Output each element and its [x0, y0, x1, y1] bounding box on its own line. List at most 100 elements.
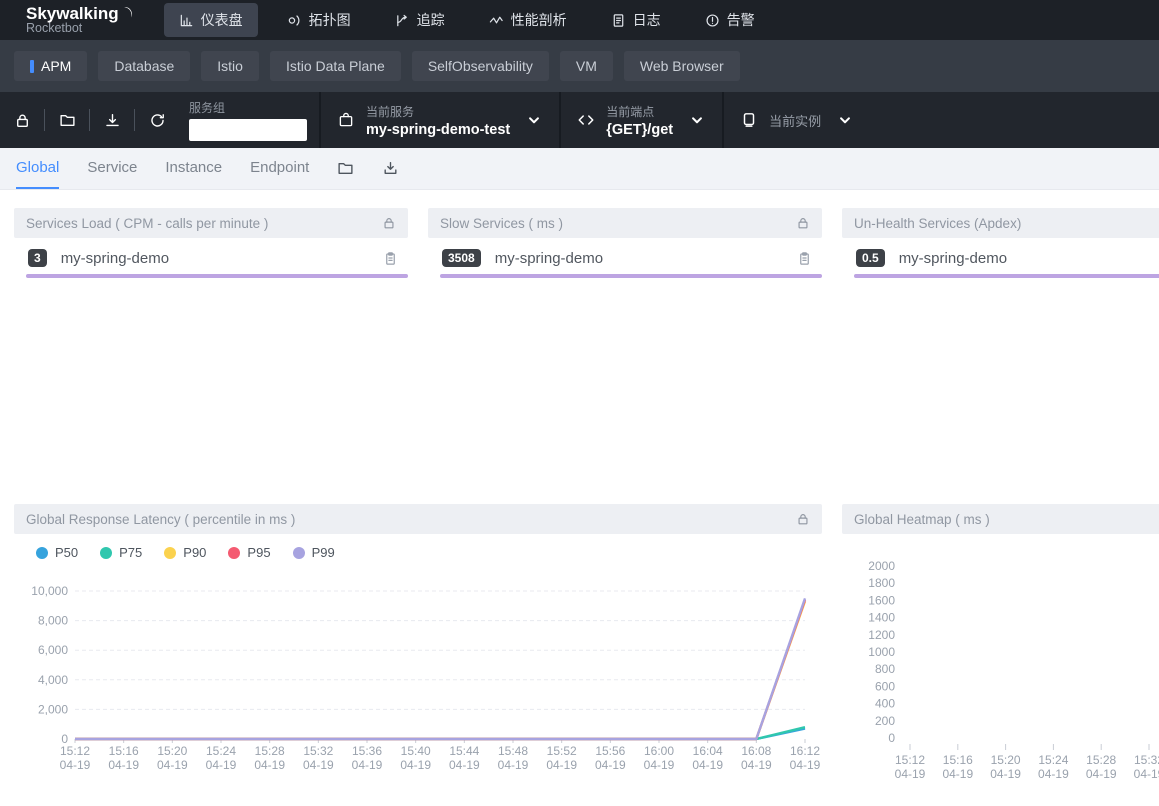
chevron-down-icon: [836, 111, 854, 129]
svg-text:04-19: 04-19: [692, 758, 723, 772]
legend-label: P75: [119, 545, 142, 560]
top-nav: Skywalking Rocketbot 仪表盘 拓扑图 追踪 性能剖析 日志 告警: [0, 0, 1159, 40]
latency-chart: 02,0004,0006,0008,00010,00015:1204-1915:…: [14, 563, 822, 803]
heatmap-chart: 020040060080010001200140016001800200015:…: [842, 534, 1159, 806]
legend-item-p50[interactable]: P50: [36, 545, 78, 560]
code-icon: [577, 111, 595, 129]
nav-item-dashboard[interactable]: 仪表盘: [164, 3, 258, 37]
refresh-button[interactable]: [135, 92, 179, 148]
clipboard-icon: [797, 251, 812, 266]
legend-item-p99[interactable]: P99: [293, 545, 335, 560]
legend-dot: [100, 547, 112, 559]
svg-text:04-19: 04-19: [254, 758, 285, 772]
current-endpoint-select[interactable]: 当前端点 {GET}/get: [561, 92, 722, 148]
nav-item-topology[interactable]: 拓扑图: [272, 3, 366, 37]
metric-card: Un-Health Services (Apdex) 0.5 my-spring…: [842, 208, 1159, 278]
folder-icon: [337, 160, 354, 177]
dashboard-tab-database[interactable]: Database: [98, 51, 190, 81]
svg-text:04-19: 04-19: [1134, 767, 1159, 781]
card-title: Un-Health Services (Apdex): [854, 216, 1021, 231]
legend-dot: [228, 547, 240, 559]
svg-text:04-19: 04-19: [546, 758, 577, 772]
dashboard-tab-vm[interactable]: VM: [560, 51, 613, 81]
svg-text:04-19: 04-19: [790, 758, 821, 772]
copy-button[interactable]: [383, 251, 398, 266]
metric-value-badge: 3: [28, 249, 47, 267]
metric-card: Slow Services ( ms ) 3508 my-spring-demo: [428, 208, 822, 278]
service-row[interactable]: 0.5 my-spring-demo: [842, 238, 1159, 274]
svg-text:15:12: 15:12: [895, 753, 925, 767]
nav-item-label: 追踪: [417, 10, 445, 30]
card-title: Slow Services ( ms ): [440, 216, 563, 231]
tab-global[interactable]: Global: [16, 148, 59, 189]
chevron-down-icon: [688, 111, 706, 129]
folder-button[interactable]: [45, 92, 89, 148]
svg-text:15:16: 15:16: [943, 753, 973, 767]
log-icon: [611, 13, 626, 28]
svg-text:16:08: 16:08: [741, 744, 771, 758]
current-instance-select[interactable]: 当前实例: [724, 92, 870, 148]
download-button[interactable]: [382, 160, 399, 177]
tab-instance[interactable]: Instance: [165, 148, 222, 189]
metric-value-badge: 0.5: [856, 249, 885, 267]
current-endpoint-value: {GET}/get: [606, 122, 673, 138]
current-service-select[interactable]: 当前服务 my-spring-demo-test: [321, 92, 559, 148]
service-group-input[interactable]: [189, 119, 307, 141]
tab-endpoint[interactable]: Endpoint: [250, 148, 309, 189]
svg-text:800: 800: [875, 662, 895, 676]
copy-button[interactable]: [797, 251, 812, 266]
metric-bar: [854, 274, 1159, 278]
legend-item-p75[interactable]: P75: [100, 545, 142, 560]
logo[interactable]: Skywalking Rocketbot: [26, 5, 134, 36]
nav-item-alarm[interactable]: 告警: [690, 3, 770, 37]
folder-button[interactable]: [337, 160, 354, 177]
svg-text:04-19: 04-19: [498, 758, 529, 772]
tab-service[interactable]: Service: [87, 148, 137, 189]
lock-icon: [14, 112, 31, 129]
dashboard-tab-web-browser[interactable]: Web Browser: [624, 51, 740, 81]
legend-dot: [36, 547, 48, 559]
svg-text:15:52: 15:52: [547, 744, 577, 758]
nav-item-profile[interactable]: 性能剖析: [474, 3, 582, 37]
chevron-down-icon: [525, 111, 543, 129]
download-button[interactable]: [90, 92, 134, 148]
service-row[interactable]: 3 my-spring-demo: [14, 238, 408, 274]
svg-text:15:36: 15:36: [352, 744, 382, 758]
service-row[interactable]: 3508 my-spring-demo: [428, 238, 822, 274]
dashboard-tab-istio-data-plane[interactable]: Istio Data Plane: [270, 51, 401, 81]
legend-item-p90[interactable]: P90: [164, 545, 206, 560]
legend-item-p95[interactable]: P95: [228, 545, 270, 560]
svg-text:04-19: 04-19: [206, 758, 237, 772]
heatmap-panel: Global Heatmap ( ms ) 020040060080010001…: [842, 504, 1159, 806]
svg-text:4,000: 4,000: [38, 673, 68, 687]
service-name: my-spring-demo: [899, 250, 1159, 267]
current-service-label: 当前服务: [366, 103, 510, 120]
download-icon: [382, 160, 399, 177]
legend-dot: [293, 547, 305, 559]
latency-panel: Global Response Latency ( percentile in …: [14, 504, 822, 806]
legend-label: P99: [312, 545, 335, 560]
svg-text:1000: 1000: [868, 645, 895, 659]
nav-item-log[interactable]: 日志: [596, 3, 676, 37]
legend-label: P90: [183, 545, 206, 560]
main-content: Services Load ( CPM - calls per minute )…: [0, 190, 1159, 806]
svg-text:04-19: 04-19: [352, 758, 383, 772]
alarm-icon: [705, 13, 720, 28]
legend-dot: [164, 547, 176, 559]
svg-text:04-19: 04-19: [1086, 767, 1117, 781]
nav-item-label: 告警: [727, 10, 755, 30]
nav-item-trace[interactable]: 追踪: [380, 3, 460, 37]
dashboard-tab-selfobservability[interactable]: SelfObservability: [412, 51, 549, 81]
lock-button[interactable]: [0, 92, 44, 148]
nav-item-label: 日志: [633, 10, 661, 30]
dashboard-tab-apm[interactable]: APM: [14, 51, 87, 81]
dashboard-tab-istio[interactable]: Istio: [201, 51, 259, 81]
svg-text:15:48: 15:48: [498, 744, 528, 758]
main-nav: 仪表盘 拓扑图 追踪 性能剖析 日志 告警: [164, 3, 770, 37]
metric-card: Services Load ( CPM - calls per minute )…: [14, 208, 408, 278]
dashboard-icon: [179, 13, 194, 28]
charts-row: Global Response Latency ( percentile in …: [14, 504, 1159, 806]
nav-item-label: 仪表盘: [201, 10, 243, 30]
folder-icon: [59, 112, 76, 129]
current-service-value: my-spring-demo-test: [366, 122, 510, 138]
